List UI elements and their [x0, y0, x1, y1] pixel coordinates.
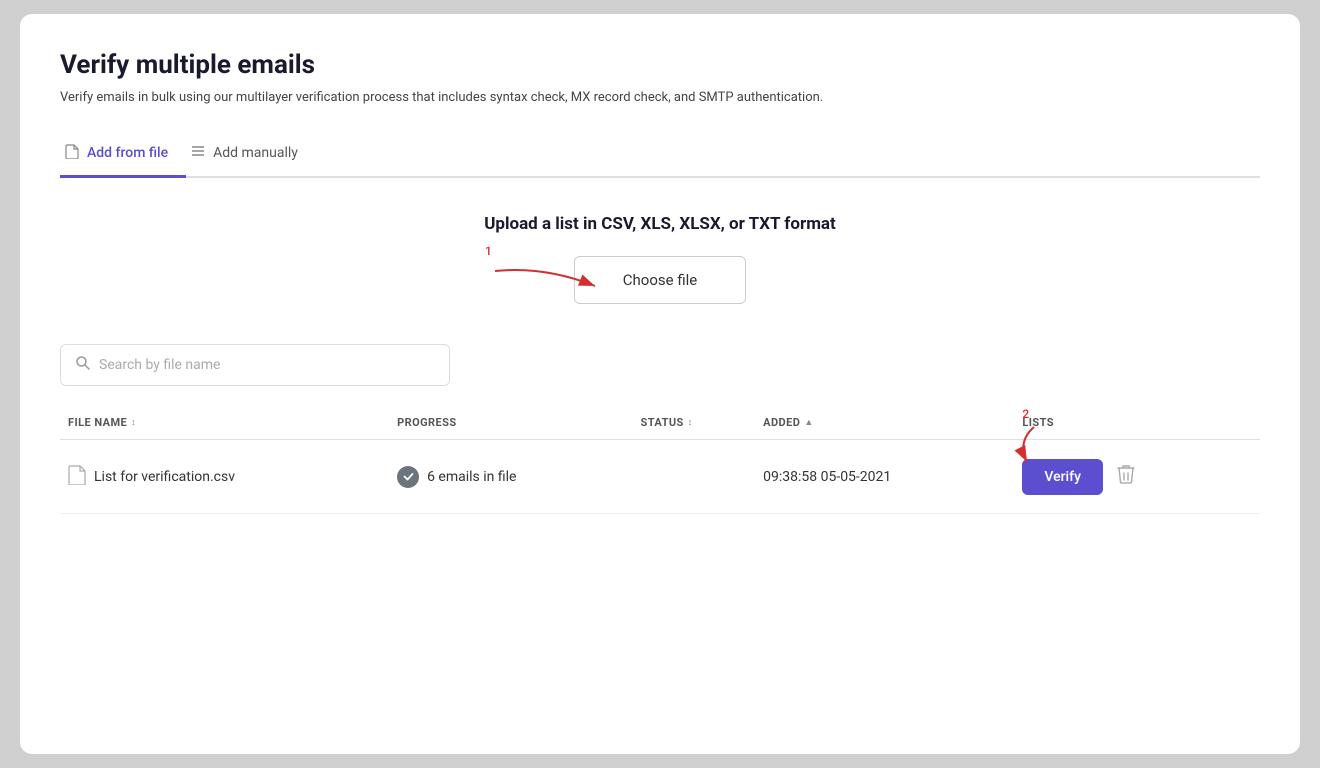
file-icon	[64, 143, 80, 163]
delete-button[interactable]	[1109, 458, 1143, 495]
lists-cell: 2 Verify	[1014, 440, 1260, 514]
search-icon	[75, 355, 91, 375]
col-lists: LISTS	[1014, 406, 1260, 440]
main-content: Upload a list in CSV, XLS, XLSX, or TXT …	[60, 214, 1260, 514]
tabs-container: Add from file Add manually	[60, 133, 1260, 178]
csv-file-icon	[68, 465, 86, 489]
tab-add-manually[interactable]: Add manually	[186, 133, 316, 178]
progress-text: 6 emails in file	[427, 469, 516, 485]
table-row: List for verification.csv 6 emails in fi…	[60, 440, 1260, 514]
col-progress: PROGRESS	[389, 406, 632, 440]
search-input[interactable]	[99, 357, 435, 373]
page-subtitle: Verify emails in bulk using our multilay…	[60, 90, 1260, 105]
list-icon	[190, 143, 206, 163]
added-text: 09:38:58 05-05-2021	[763, 469, 891, 485]
added-sort-icon[interactable]: ▲	[804, 417, 813, 428]
file-name-cell: List for verification.csv	[60, 440, 389, 514]
tab-add-from-file[interactable]: Add from file	[60, 133, 186, 178]
table-body: List for verification.csv 6 emails in fi…	[60, 440, 1260, 514]
main-card: Verify multiple emails Verify emails in …	[20, 14, 1300, 754]
tab-add-manually-label: Add manually	[213, 145, 298, 161]
check-circle-icon	[397, 466, 419, 488]
col-status: STATUS ↕	[633, 406, 756, 440]
verify-button[interactable]: Verify	[1022, 459, 1103, 495]
page-title: Verify multiple emails	[60, 50, 1260, 80]
choose-file-button[interactable]: Choose file	[574, 256, 746, 304]
status-cell	[633, 440, 756, 514]
col-file-name: FILE NAME ↕	[60, 406, 389, 440]
annotation-1-number: 1	[485, 244, 492, 258]
added-cell: 09:38:58 05-05-2021	[755, 440, 1014, 514]
files-table: FILE NAME ↕ PROGRESS STATUS ↕	[60, 406, 1260, 514]
upload-title: Upload a list in CSV, XLS, XLSX, or TXT …	[484, 214, 836, 234]
col-added: ADDED ▲	[755, 406, 1014, 440]
progress-cell: 6 emails in file	[389, 440, 632, 514]
file-name-text: List for verification.csv	[94, 469, 235, 485]
search-bar	[60, 344, 450, 386]
file-name-sort-icon[interactable]: ↕	[131, 417, 136, 428]
tab-add-from-file-label: Add from file	[87, 145, 168, 161]
status-sort-icon[interactable]: ↕	[688, 417, 693, 428]
table-header: FILE NAME ↕ PROGRESS STATUS ↕	[60, 406, 1260, 440]
upload-section: Upload a list in CSV, XLS, XLSX, or TXT …	[60, 214, 1260, 304]
